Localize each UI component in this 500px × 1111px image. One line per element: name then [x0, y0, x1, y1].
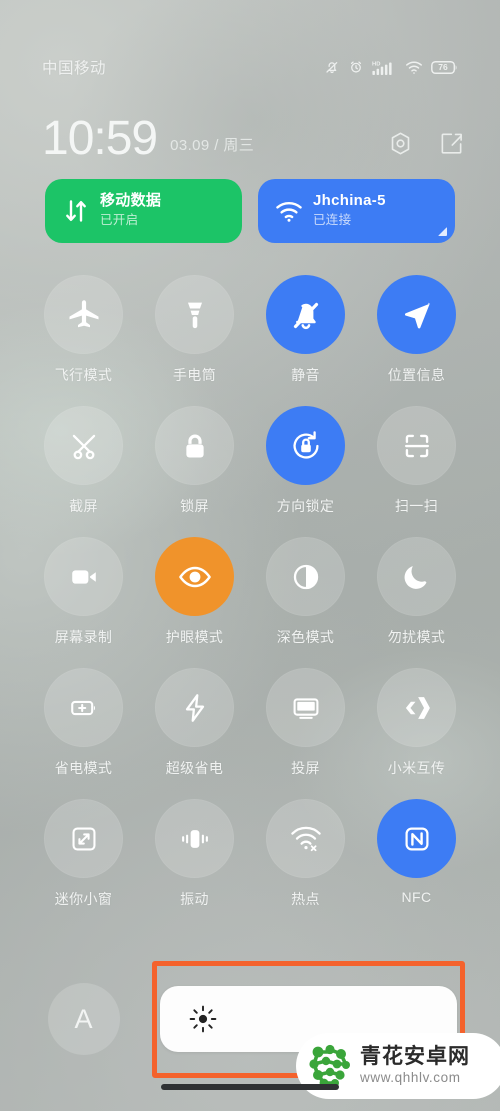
- qs-tile-screen-record[interactable]: 屏幕录制: [28, 537, 139, 647]
- qs-tile-airplane-mode[interactable]: 飞行模式: [28, 275, 139, 385]
- qs-tile-cast[interactable]: 投屏: [250, 668, 361, 778]
- qs-tile-rotation-lock[interactable]: 方向锁定: [250, 406, 361, 516]
- eye-icon: [155, 537, 234, 616]
- qs-label: 静音: [291, 367, 320, 383]
- qs-label: 振动: [180, 891, 209, 907]
- primary-toggle-tiles: 移动数据 已开启 Jhchina-5 已连接: [45, 179, 455, 243]
- qs-label: 飞行模式: [54, 367, 113, 383]
- mi-share-icon: [377, 668, 456, 747]
- qs-label: 超级省电: [165, 760, 224, 776]
- qs-tile-scan[interactable]: 扫一扫: [361, 406, 472, 516]
- battery-percent-label: 76: [438, 62, 448, 72]
- lock-icon: [155, 406, 234, 485]
- qs-tile-lock-screen[interactable]: 锁屏: [139, 406, 250, 516]
- qs-tile-do-not-disturb[interactable]: 勿扰模式: [361, 537, 472, 647]
- hotspot-icon: [266, 799, 345, 878]
- carrier-label: 中国移动: [42, 60, 107, 77]
- data-transfer-icon: [61, 198, 91, 224]
- video-camera-icon: [44, 537, 123, 616]
- svg-text:HD: HD: [372, 61, 380, 67]
- wifi-expand-corner-icon[interactable]: [438, 227, 447, 236]
- scan-icon: [377, 406, 456, 485]
- mini-window-icon: [44, 799, 123, 878]
- qs-tile-ultra-battery-saver[interactable]: 超级省电: [139, 668, 250, 778]
- qs-tile-nfc[interactable]: NFC: [361, 799, 472, 909]
- header-actions: [388, 131, 464, 156]
- cast-screen-icon: [266, 668, 345, 747]
- mobile-data-title: 移动数据: [100, 192, 162, 210]
- qs-tile-location[interactable]: 位置信息: [361, 275, 472, 385]
- qs-tile-hotspot[interactable]: 热点: [250, 799, 361, 909]
- qs-label: 热点: [291, 891, 320, 907]
- status-icons: HD 76: [324, 59, 458, 76]
- qs-label: 方向锁定: [276, 498, 335, 514]
- wifi-icon: [274, 200, 304, 223]
- sun-icon: [188, 1004, 218, 1034]
- molecule-logo-icon: [306, 1043, 352, 1089]
- screenshot-icon: [44, 406, 123, 485]
- edit-icon[interactable]: [439, 131, 464, 156]
- qs-label: 深色模式: [276, 629, 335, 645]
- qs-tile-mi-share[interactable]: 小米互传: [361, 668, 472, 778]
- moon-icon: [377, 537, 456, 616]
- home-indicator[interactable]: [161, 1084, 339, 1090]
- qs-label: 手电筒: [172, 367, 217, 383]
- qs-tile-flashlight[interactable]: 手电筒: [139, 275, 250, 385]
- qs-label: NFC: [401, 889, 432, 905]
- qs-label: 迷你小窗: [54, 891, 113, 907]
- bell-slash-icon: [324, 59, 340, 75]
- wifi-icon: [405, 60, 423, 75]
- qs-tile-eye-comfort[interactable]: 护眼模式: [139, 537, 250, 647]
- watermark-url: www.qhhlv.com: [360, 1069, 461, 1085]
- nfc-icon: [377, 799, 456, 878]
- contrast-icon: [266, 537, 345, 616]
- qs-label: 省电模式: [54, 760, 113, 776]
- auto-brightness-label: A: [74, 1003, 94, 1034]
- qs-label: 位置信息: [387, 367, 446, 383]
- qs-label: 锁屏: [180, 498, 209, 514]
- qs-label: 投屏: [291, 760, 320, 776]
- flashlight-icon: [155, 275, 234, 354]
- qs-tile-silent[interactable]: 静音: [250, 275, 361, 385]
- wifi-ssid: Jhchina-5: [313, 192, 386, 210]
- vibrate-icon: [155, 799, 234, 878]
- qs-tile-dark-mode[interactable]: 深色模式: [250, 537, 361, 647]
- mobile-data-tile[interactable]: 移动数据 已开启: [45, 179, 242, 243]
- qs-tile-screenshot[interactable]: 截屏: [28, 406, 139, 516]
- mobile-data-status: 已开启: [100, 213, 139, 227]
- wifi-status: 已连接: [313, 213, 352, 227]
- qs-label: 勿扰模式: [387, 629, 446, 645]
- qs-label: 屏幕录制: [54, 629, 113, 645]
- auto-brightness-button[interactable]: A: [48, 983, 120, 1055]
- battery-icon: 76: [431, 60, 458, 75]
- status-bar: 中国移动 HD 76: [0, 55, 500, 79]
- control-center-screen: 中国移动 HD 76 10:59 03.09 / 周三 移动数据 已开启 Jhc…: [0, 0, 500, 1111]
- airplane-icon: [44, 275, 123, 354]
- time-label: 10:59: [42, 112, 158, 166]
- qs-tile-vibrate[interactable]: 振动: [139, 799, 250, 909]
- watermark-site-name: 青花安卓网: [360, 1045, 470, 1069]
- bell-slash-icon: [266, 275, 345, 354]
- qs-tile-battery-saver[interactable]: 省电模式: [28, 668, 139, 778]
- battery-plus-icon: [44, 668, 123, 747]
- qs-label: 小米互传: [387, 760, 446, 776]
- qs-label: 截屏: [69, 498, 98, 514]
- date-label: 03.09 / 周三: [170, 137, 255, 154]
- qs-label: 扫一扫: [394, 498, 439, 514]
- gear-icon[interactable]: [388, 131, 413, 156]
- hd-signal-icon: HD: [372, 59, 397, 76]
- alarm-icon: [348, 59, 364, 75]
- lightning-icon: [155, 668, 234, 747]
- wifi-tile[interactable]: Jhchina-5 已连接: [258, 179, 455, 243]
- quick-settings-grid: 飞行模式 手电筒 静音 位置信息 截屏 锁屏 方向锁定 扫一扫 屏幕录制 护眼模…: [28, 275, 472, 909]
- location-arrow-icon: [377, 275, 456, 354]
- qs-tile-mini-window[interactable]: 迷你小窗: [28, 799, 139, 909]
- qs-label: 护眼模式: [165, 629, 224, 645]
- clock-header: 10:59 03.09 / 周三: [42, 108, 464, 166]
- rotation-lock-icon: [266, 406, 345, 485]
